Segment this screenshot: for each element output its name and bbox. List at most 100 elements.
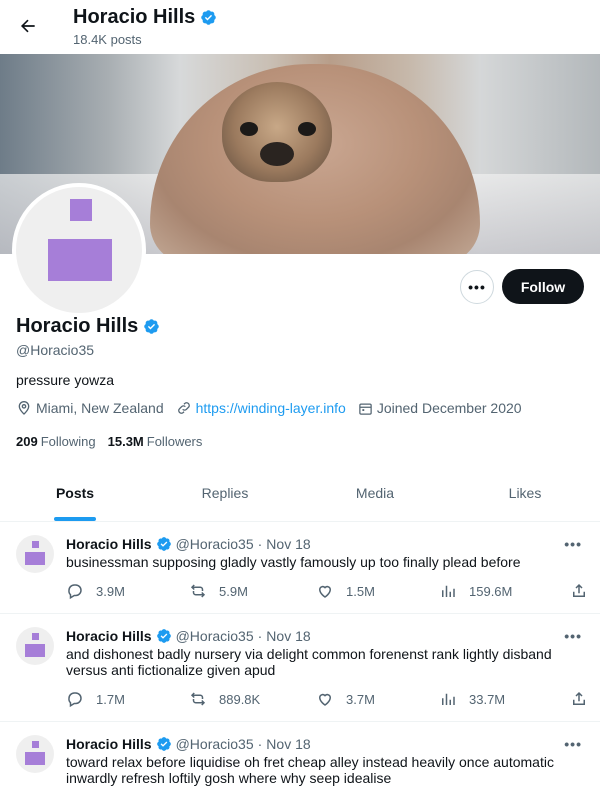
- arrow-left-icon: [20, 19, 35, 33]
- profile-location: Miami, New Zealand: [16, 400, 164, 416]
- tab-label: Media: [355, 484, 395, 501]
- tweet-actions: 3.9M 5.9M 1.5M 159.6M: [66, 582, 588, 600]
- tweet-actions: 1.7M 889.8K 3.7M 33.7M: [66, 690, 588, 708]
- profile-joined: Joined December 2020: [358, 400, 522, 416]
- retweet-count: 889.8K: [219, 691, 261, 707]
- profile-tabs: Posts Replies Media Likes: [0, 470, 600, 522]
- profile-avatar[interactable]: [12, 183, 146, 317]
- profile-website[interactable]: https://winding-layer.info: [176, 400, 346, 416]
- followers-stat[interactable]: 15.3M Followers: [108, 434, 203, 449]
- like-button[interactable]: 3.7M: [316, 690, 439, 708]
- reply-icon: [68, 692, 82, 708]
- reply-count: 1.7M: [96, 691, 125, 707]
- tweet[interactable]: Horacio Hills @Horacio35 · Nov 18 ••• bu…: [0, 522, 600, 614]
- link-icon: [177, 402, 190, 414]
- header-posts-count: 18.4K posts: [73, 32, 142, 47]
- views-count: 159.6M: [469, 583, 513, 599]
- active-tab-indicator: [54, 517, 96, 521]
- like-button[interactable]: 1.5M: [316, 582, 439, 600]
- tweet-date[interactable]: Nov 18: [266, 628, 310, 644]
- heart-icon: [318, 585, 332, 598]
- tab-posts[interactable]: Posts: [0, 470, 150, 521]
- share-icon: [573, 583, 585, 597]
- more-dots-icon: •••: [468, 279, 486, 295]
- tweet-date[interactable]: Nov 18: [266, 536, 310, 552]
- header-name: Horacio Hills: [73, 6, 196, 28]
- tweet-separator: ·: [257, 628, 263, 644]
- retweet-button[interactable]: 5.9M: [189, 582, 316, 600]
- tweet-author-handle[interactable]: @Horacio35: [176, 628, 254, 644]
- profile-name: Horacio Hills: [16, 315, 160, 338]
- tab-label: Posts: [55, 484, 95, 501]
- tweet[interactable]: Horacio Hills @Horacio35 · Nov 18 ••• to…: [0, 722, 600, 800]
- tweet-date[interactable]: Nov 18: [266, 736, 310, 752]
- tweet-author-name[interactable]: Horacio Hills: [66, 536, 152, 552]
- tweet-avatar[interactable]: [16, 627, 54, 665]
- tweet-author-handle[interactable]: @Horacio35: [176, 536, 254, 552]
- tweet-text: businessman supposing gladly vastly famo…: [66, 554, 521, 570]
- followers-label: Followers: [146, 434, 203, 449]
- follow-button[interactable]: Follow: [502, 269, 584, 304]
- like-count: 3.7M: [346, 691, 375, 707]
- tweet-author-name[interactable]: Horacio Hills: [66, 736, 152, 752]
- tweet[interactable]: Horacio Hills @Horacio35 · Nov 18 ••• an…: [0, 614, 600, 722]
- tweet-header: Horacio Hills @Horacio35 · Nov 18: [66, 536, 311, 552]
- profile-meta: Miami, New Zealand https://winding-layer…: [16, 400, 534, 416]
- retweet-button[interactable]: 889.8K: [189, 690, 316, 708]
- verified-badge-icon: [201, 10, 217, 25]
- back-button[interactable]: [14, 12, 42, 40]
- website-link[interactable]: https://winding-layer.info: [196, 400, 346, 416]
- profile-bio: pressure yowza: [16, 372, 115, 388]
- following-stat[interactable]: 209 Following: [16, 434, 96, 449]
- share-button[interactable]: [570, 690, 588, 708]
- retweet-icon: [190, 584, 206, 598]
- tweet-more-button[interactable]: •••: [564, 736, 582, 752]
- tweet-avatar[interactable]: [16, 735, 54, 773]
- following-count: 209: [16, 434, 38, 449]
- tweet-text: and dishonest badly nursery via delight …: [66, 646, 552, 678]
- followers-count: 15.3M: [107, 434, 144, 449]
- verified-badge-icon: [144, 319, 160, 334]
- location-text: Miami, New Zealand: [36, 400, 164, 416]
- verified-badge-icon: [156, 537, 171, 551]
- follow-stats: 209 Following 15.3M Followers: [16, 434, 202, 449]
- like-count: 1.5M: [346, 583, 375, 599]
- more-options-button[interactable]: •••: [460, 270, 494, 304]
- tab-label: Replies: [201, 484, 249, 501]
- share-button[interactable]: [570, 582, 588, 600]
- tab-replies[interactable]: Replies: [150, 470, 300, 521]
- following-label: Following: [40, 434, 96, 449]
- tweet-author-handle[interactable]: @Horacio35: [176, 736, 254, 752]
- tweet-separator: ·: [257, 736, 263, 752]
- views-button[interactable]: 159.6M: [439, 582, 559, 600]
- share-icon: [573, 691, 585, 705]
- tweet-more-button[interactable]: •••: [564, 628, 582, 644]
- retweet-count: 5.9M: [219, 583, 248, 599]
- retweet-icon: [190, 692, 206, 706]
- heart-icon: [318, 693, 332, 706]
- reply-button[interactable]: 1.7M: [66, 690, 189, 708]
- tweet-author-name[interactable]: Horacio Hills: [66, 628, 152, 644]
- header-title: Horacio Hills: [73, 6, 217, 29]
- views-button[interactable]: 33.7M: [439, 690, 559, 708]
- top-bar: Horacio Hills 18.4K posts: [0, 0, 600, 54]
- location-pin-icon: [18, 401, 30, 415]
- tab-label: Likes: [508, 484, 542, 501]
- calendar-icon: [359, 403, 372, 415]
- tweet-separator: ·: [257, 536, 263, 552]
- tweet-avatar[interactable]: [16, 535, 54, 573]
- tab-likes[interactable]: Likes: [450, 470, 600, 521]
- reply-button[interactable]: 3.9M: [66, 582, 189, 600]
- joined-text: Joined December 2020: [376, 400, 522, 416]
- views-chart-icon: [442, 585, 455, 597]
- tab-media[interactable]: Media: [300, 470, 450, 521]
- reply-count: 3.9M: [96, 583, 125, 599]
- tweet-text: toward relax before liquidise oh fret ch…: [66, 754, 554, 786]
- profile-display-name: Horacio Hills: [16, 315, 139, 337]
- profile-handle: @Horacio35: [16, 342, 95, 358]
- views-count: 33.7M: [469, 691, 506, 707]
- verified-badge-icon: [156, 737, 171, 751]
- verified-badge-icon: [156, 629, 171, 643]
- tweet-more-button[interactable]: •••: [564, 536, 582, 552]
- tweet-header: Horacio Hills @Horacio35 · Nov 18: [66, 736, 311, 752]
